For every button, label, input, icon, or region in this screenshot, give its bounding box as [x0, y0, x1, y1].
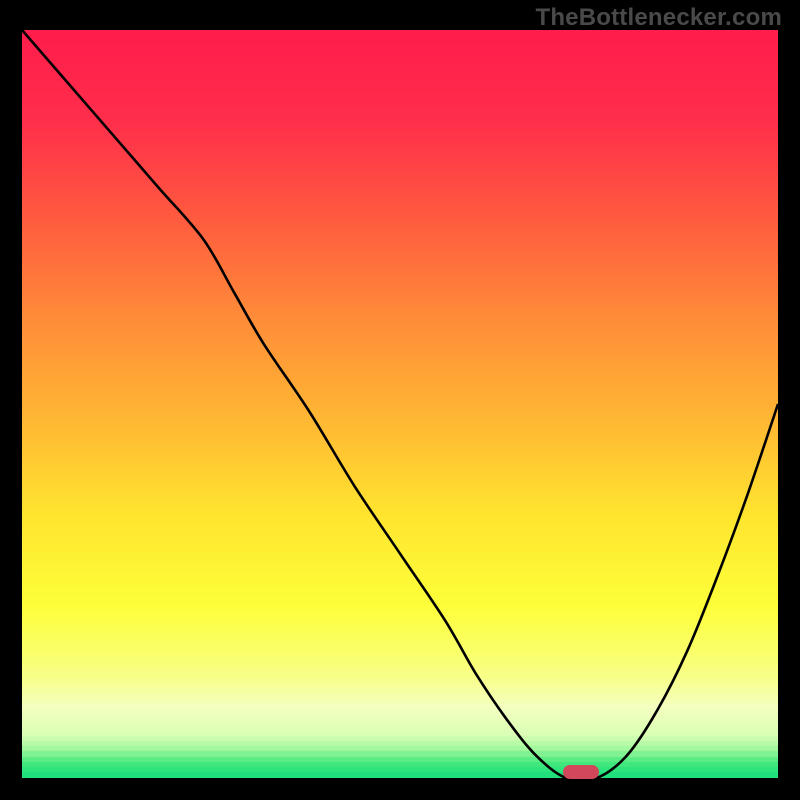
plot-container: [22, 30, 778, 778]
plot-area: [22, 30, 778, 778]
optimal-marker: [563, 765, 599, 779]
chart-frame: TheBottlenecker.com: [0, 0, 800, 800]
gradient-background: [22, 30, 778, 778]
watermark-text: TheBottlenecker.com: [535, 4, 782, 32]
